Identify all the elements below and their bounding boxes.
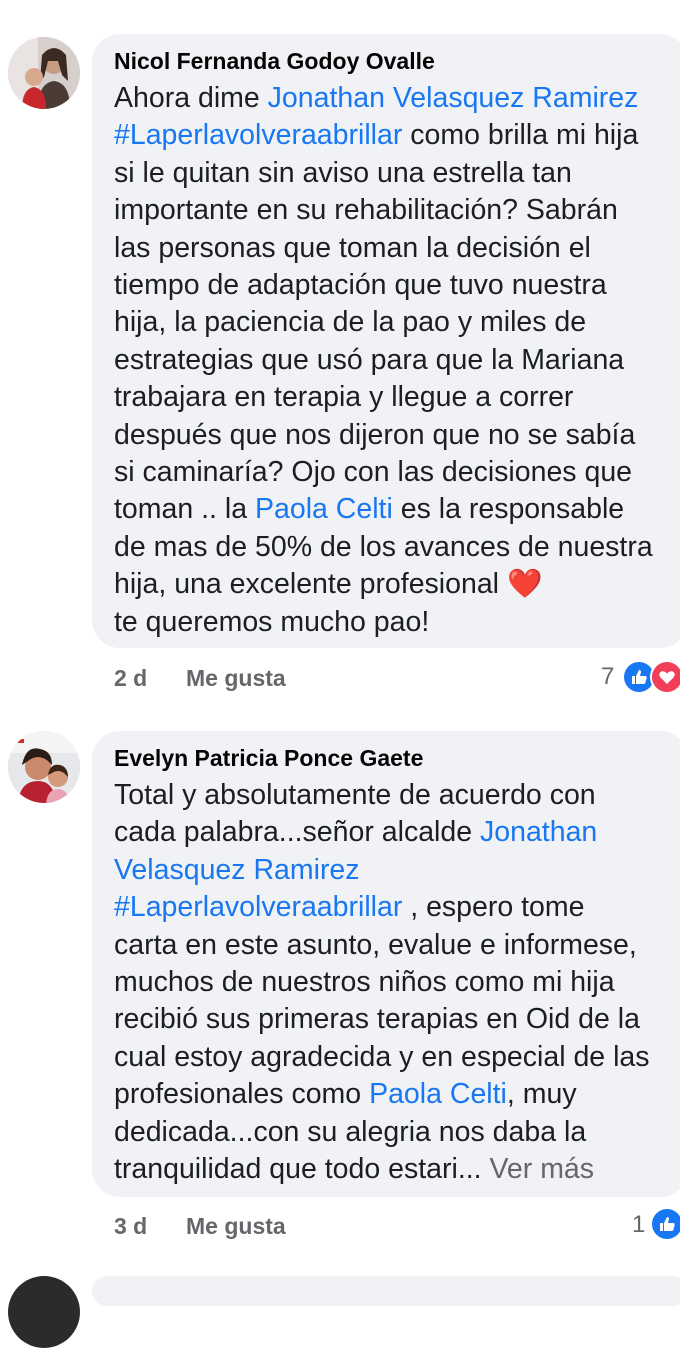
comment-text-segment: hija, una excelente profesional xyxy=(114,568,507,601)
like-button[interactable]: Me gusta xyxy=(186,665,286,692)
comment-text-line: cada palabra...señor alcalde Jonathan xyxy=(114,814,650,851)
comment-text-line: carta en este asunto, evalue e informese… xyxy=(114,927,650,964)
comment-text-segment: , muy xyxy=(506,1078,577,1111)
avatar[interactable] xyxy=(8,731,80,803)
comment-text-line: importante en su rehabilitación? Sabrán xyxy=(114,192,653,229)
like-button[interactable]: Me gusta xyxy=(186,1213,286,1240)
reaction-count[interactable]: 7 xyxy=(601,663,614,691)
comment-text-segment: como brilla mi hija xyxy=(402,119,639,152)
comment-bubble: Evelyn Patricia Ponce Gaete Total y abso… xyxy=(92,731,680,1197)
comment-text-line: estrategias que usó para que la Mariana xyxy=(114,342,653,379)
mention-link[interactable]: Paola Celti xyxy=(369,1078,507,1110)
heart-emoji-icon: ❤️ xyxy=(506,568,543,601)
comment-text-line: recibió sus primeras terapias en Oid de … xyxy=(114,1001,650,1038)
comment-text-segment: tiempo de adaptación que tuvo nuestra xyxy=(114,269,607,302)
comment-text-line: Ahora dime Jonathan Velasquez Ramirez xyxy=(114,80,653,117)
comment-text-line: profesionales como Paola Celti, muy xyxy=(114,1076,650,1113)
comment-text-segment: estrategias que usó para que la Mariana xyxy=(114,343,625,376)
comment-text-segment: después que nos dijeron que no se sabía xyxy=(114,418,636,451)
mention-link[interactable]: #Laperlavolveraabrillar xyxy=(114,119,402,151)
reaction-count[interactable]: 1 xyxy=(632,1211,645,1239)
comment-text-line: cual estoy agradecida y en especial de l… xyxy=(114,1039,650,1076)
avatar-photo-icon xyxy=(8,731,80,803)
comment-text-segment: Total y absolutamente de acuerdo con xyxy=(114,779,596,811)
comment-text-line: las personas que toman la decisión el xyxy=(114,230,653,267)
comment-text-line: muchos de nuestros niños como mi hija xyxy=(114,964,650,1001)
comment-text-line: trabajara en terapia y llegue a correr xyxy=(114,379,653,416)
mention-link[interactable]: Jonathan Velasquez Ramirez xyxy=(268,82,639,114)
comment-text-segment: recibió sus primeras terapias en Oid de … xyxy=(114,1003,640,1036)
comment-timestamp[interactable]: 2 d xyxy=(114,665,147,692)
comment-text-segment: cada palabra...señor alcalde xyxy=(114,816,480,849)
comment-text-segment: dedicada...con su alegria nos daba la xyxy=(114,1115,587,1148)
comment-timestamp[interactable]: 3 d xyxy=(114,1213,147,1240)
comment-text-line: hija, la paciencia de la pao y miles de xyxy=(114,304,653,341)
comment-bubble xyxy=(92,1276,680,1306)
comment-text-line: toman .. la Paola Celti es la responsabl… xyxy=(114,491,653,528)
comment-text-line: Total y absolutamente de acuerdo con xyxy=(114,777,650,814)
avatar-photo-icon xyxy=(8,37,80,109)
comment-text-line: después que nos dijeron que no se sabía xyxy=(114,417,653,454)
comment-text-segment: Ahora dime xyxy=(114,82,268,114)
comment-text-segment: , espero tome xyxy=(402,891,585,924)
comment-text-line: de mas de 50% de los avances de nuestra xyxy=(114,529,653,566)
mention-link[interactable]: Paola Celti xyxy=(255,493,393,525)
comment-text-line: Velasquez Ramirez xyxy=(114,852,650,889)
mention-link[interactable]: Velasquez Ramirez xyxy=(114,854,360,886)
comment-text-line: #Laperlavolveraabrillar como brilla mi h… xyxy=(114,117,653,154)
comment-text-line: si caminaría? Ojo con las decisiones que xyxy=(114,454,653,491)
comment-text: Ahora dime Jonathan Velasquez Ramirez #La… xyxy=(114,80,653,641)
comment-text-line: dedicada...con su alegria nos daba la xyxy=(114,1114,650,1151)
comment-text-segment: toman .. la xyxy=(114,493,255,526)
comment-text-segment: tranquilidad que todo estari... xyxy=(114,1153,490,1186)
comment-text-segment: hija, la paciencia de la pao y miles de xyxy=(114,306,587,339)
comment-author[interactable]: Evelyn Patricia Ponce Gaete xyxy=(114,745,423,772)
comment-text-line: te queremos mucho pao! xyxy=(114,604,653,641)
comment-text-line: tiempo de adaptación que tuvo nuestra xyxy=(114,267,653,304)
comment-text-segment: si le quitan sin aviso una estrella tan xyxy=(114,156,572,189)
comment-text-segment: las personas que toman la decisión el xyxy=(114,231,591,264)
comment-text: Total y absolutamente de acuerdo con cada… xyxy=(114,777,650,1188)
comment-text-line: #Laperlavolveraabrillar , espero tome xyxy=(114,889,650,926)
like-icon[interactable] xyxy=(650,1207,680,1241)
comment-text-segment: profesionales como xyxy=(114,1078,370,1111)
comment-text-segment: de mas de 50% de los avances de nuestra xyxy=(114,530,653,563)
love-icon[interactable] xyxy=(650,660,680,694)
comment-text-segment: si caminaría? Ojo con las decisiones que xyxy=(114,456,633,489)
comment-text-line: hija, una excelente profesional ❤️ xyxy=(114,566,653,603)
see-more-link[interactable]: Ver más xyxy=(490,1153,595,1185)
comment-text-segment: importante en su rehabilitación? Sabrán xyxy=(114,194,618,227)
comment-text-segment: muchos de nuestros niños como mi hija xyxy=(114,966,615,999)
comment-text-segment: te queremos mucho pao! xyxy=(114,605,430,638)
comment-text-line: tranquilidad que todo estari... Ver más xyxy=(114,1151,650,1188)
comment-text-segment: cual estoy agradecida y en especial de l… xyxy=(114,1040,650,1073)
avatar[interactable] xyxy=(8,37,80,109)
comment-text-line: si le quitan sin aviso una estrella tan xyxy=(114,155,653,192)
mention-link[interactable]: Jonathan xyxy=(480,816,597,848)
comment-text-segment: es la responsable xyxy=(392,493,625,526)
mention-link[interactable]: #Laperlavolveraabrillar xyxy=(114,891,402,923)
comment-text-segment: carta en este asunto, evalue e informese… xyxy=(114,928,637,961)
comment-text-segment: trabajara en terapia y llegue a correr xyxy=(114,381,574,414)
comment-bubble: Nicol Fernanda Godoy Ovalle Ahora dime J… xyxy=(92,34,680,648)
comment-author[interactable]: Nicol Fernanda Godoy Ovalle xyxy=(114,48,435,75)
